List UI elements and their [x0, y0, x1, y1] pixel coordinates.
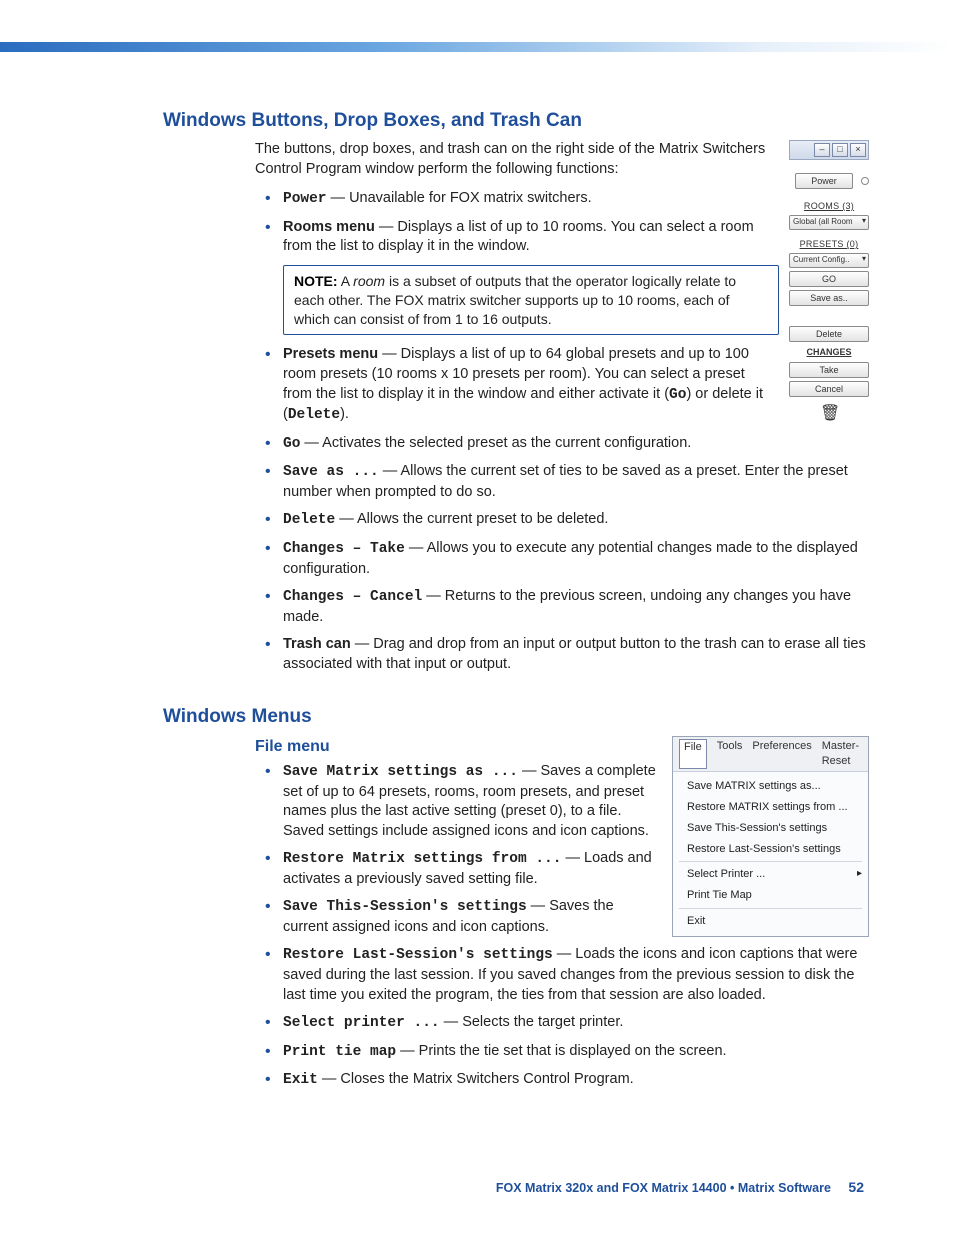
list-item: Exit — Closes the Matrix Switchers Contr…	[255, 1070, 869, 1091]
item-term: Go	[283, 436, 300, 452]
document-page: Windows Buttons, Drop Boxes, and Trash C…	[0, 0, 954, 1235]
item-term: Power	[283, 191, 327, 207]
section-1-body: – □ × Power ROOMS (3) Global (all Room P…	[255, 140, 869, 682]
list-item: Print tie map — Prints the tie set that …	[255, 1042, 869, 1063]
minimize-icon[interactable]: –	[814, 143, 830, 157]
delete-button[interactable]: Delete	[789, 326, 869, 342]
window-controls: – □ ×	[789, 140, 869, 160]
page-footer: FOX Matrix 320x and FOX Matrix 14400 • M…	[496, 1179, 864, 1195]
section-1-intro: The buttons, drop boxes, and trash can o…	[255, 140, 869, 179]
section-2-body: File Tools Preferences Master-Reset Save…	[255, 736, 869, 1098]
maximize-icon[interactable]: □	[832, 143, 848, 157]
list-item: Restore Matrix settings from ... — Loads…	[255, 849, 869, 889]
item-desc: — Selects the target printer.	[440, 1014, 624, 1030]
item-term: Presets menu	[283, 346, 378, 362]
list-item: Changes – Take — Allows you to execute a…	[255, 539, 869, 579]
header-stripe	[0, 42, 954, 52]
note-em: room	[353, 273, 385, 289]
item-desc: — Prints the tie set that is displayed o…	[396, 1043, 726, 1059]
note-label: NOTE:	[294, 273, 338, 289]
page-content: Windows Buttons, Drop Boxes, and Trash C…	[85, 0, 869, 1099]
list-item: Go — Activates the selected preset as th…	[255, 434, 869, 455]
item-desc: — Activates the selected preset as the c…	[300, 435, 691, 451]
item-desc: — Allows the current preset to be delete…	[335, 511, 608, 527]
item-term: Exit	[283, 1072, 318, 1088]
item-term: Restore Last-Session's settings	[283, 947, 553, 963]
item-term: Save as ...	[283, 464, 379, 480]
item-term: Rooms menu	[283, 219, 375, 235]
item-term: Save Matrix settings as ...	[283, 764, 518, 780]
note-pre: A	[341, 273, 353, 289]
item-term: Trash can	[283, 636, 351, 652]
save-as-button[interactable]: Save as..	[789, 290, 869, 306]
footer-text: FOX Matrix 320x and FOX Matrix 14400 • M…	[496, 1181, 831, 1195]
section-1-list-cont: Presets menu — Displays a list of up to …	[255, 345, 869, 674]
section-1-list: Power — Unavailable for FOX matrix switc…	[255, 189, 869, 257]
item-term: Print tie map	[283, 1044, 396, 1060]
note-box: NOTE: A room is a subset of outputs that…	[283, 265, 779, 336]
go-button[interactable]: GO	[789, 271, 869, 287]
item-desc: ).	[340, 406, 349, 422]
item-desc: — Unavailable for FOX matrix switchers.	[327, 190, 592, 206]
page-number: 52	[848, 1179, 864, 1195]
item-term: Delete	[283, 512, 335, 528]
close-icon[interactable]: ×	[850, 143, 866, 157]
list-item: Restore Last-Session's settings — Loads …	[255, 945, 869, 1005]
item-term: Restore Matrix settings from ...	[283, 851, 561, 867]
power-button[interactable]: Power	[795, 173, 853, 189]
item-desc: — Drag and drop from an input or output …	[283, 636, 866, 672]
inline-code: Delete	[288, 407, 340, 423]
list-item: Changes – Cancel — Returns to the previo…	[255, 587, 869, 627]
list-item: Power — Unavailable for FOX matrix switc…	[255, 189, 869, 210]
item-term: Save This-Session's settings	[283, 899, 527, 915]
item-term: Changes – Cancel	[283, 589, 422, 605]
list-item: Select printer ... — Selects the target …	[255, 1013, 869, 1034]
list-item: Save as ... — Allows the current set of …	[255, 462, 869, 502]
list-item: Rooms menu — Displays a list of up to 10…	[255, 218, 869, 257]
power-led-icon	[861, 177, 869, 185]
section-heading-1: Windows Buttons, Drop Boxes, and Trash C…	[163, 110, 869, 132]
inline-code: Go	[669, 387, 686, 403]
list-item: Delete — Allows the current preset to be…	[255, 510, 869, 531]
section-heading-2: Windows Menus	[163, 706, 869, 728]
note-text: A room is a subset of outputs that the o…	[294, 273, 736, 327]
list-item: Presets menu — Displays a list of up to …	[255, 345, 869, 425]
item-desc: — Closes the Matrix Switchers Control Pr…	[318, 1071, 634, 1087]
item-term: Select printer ...	[283, 1015, 440, 1031]
list-item: Save Matrix settings as ... — Saves a co…	[255, 762, 869, 841]
list-item: Save This-Session's settings — Saves the…	[255, 897, 869, 937]
item-term: Changes – Take	[283, 541, 405, 557]
list-item: Trash can — Drag and drop from an input …	[255, 635, 869, 674]
section-2-list: Save Matrix settings as ... — Saves a co…	[255, 762, 869, 1091]
